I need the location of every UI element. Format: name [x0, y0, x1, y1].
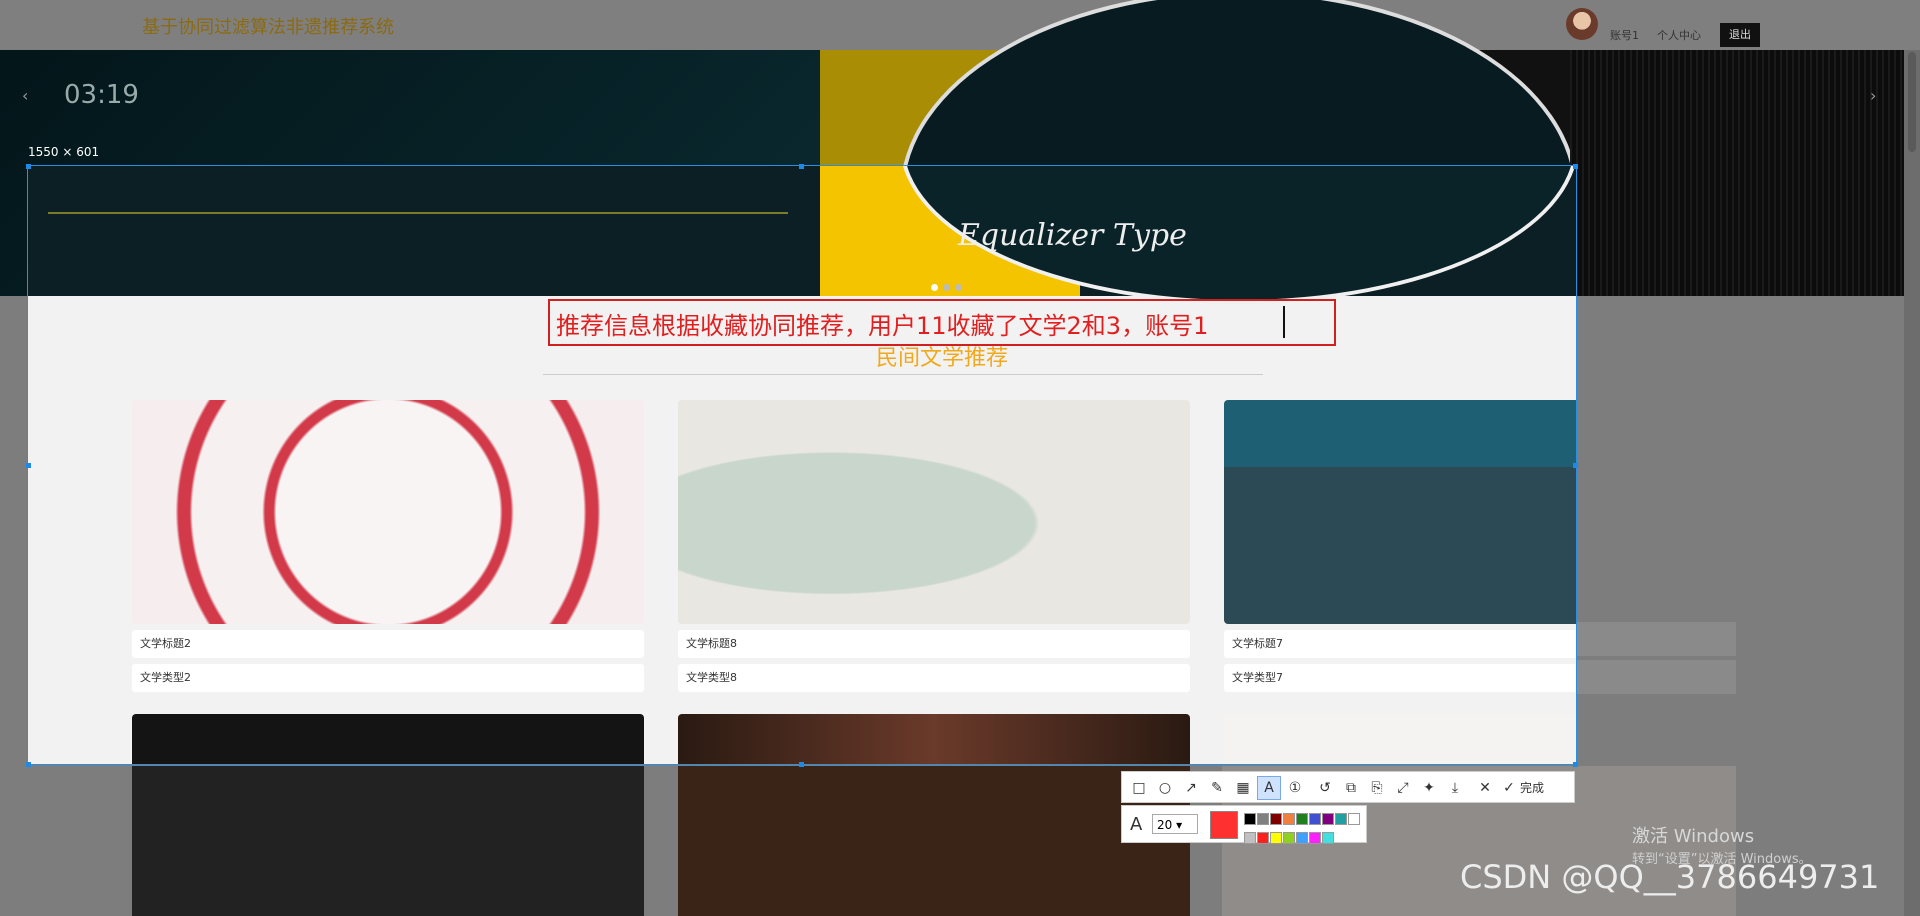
- text-tool-icon[interactable]: A: [1257, 776, 1281, 800]
- dim-card-image: [678, 766, 1190, 916]
- color-swatch[interactable]: [1257, 832, 1269, 844]
- card[interactable]: 文学标题7 文学类型7: [1224, 400, 1576, 692]
- dim-card-line: [1576, 622, 1736, 656]
- card-image[interactable]: [678, 714, 1190, 764]
- font-icon: A: [1130, 814, 1143, 835]
- download-icon[interactable]: ⤓: [1444, 777, 1466, 799]
- card[interactable]: [132, 714, 644, 764]
- csdn-watermark: CSDN @QQ__3786649731: [1460, 858, 1880, 896]
- font-size-select[interactable]: 20 ▾: [1152, 814, 1198, 834]
- undo-icon[interactable]: ↺: [1314, 777, 1336, 799]
- banner-caption: Equalizer Type: [958, 218, 1187, 253]
- close-icon[interactable]: ✕: [1474, 777, 1496, 799]
- color-swatch[interactable]: [1244, 832, 1256, 844]
- banner-next-icon[interactable]: ›: [1870, 86, 1876, 105]
- resize-handle[interactable]: [799, 762, 804, 767]
- check-icon[interactable]: ✓: [1498, 777, 1520, 799]
- text-caret: [1283, 306, 1285, 338]
- dim-card-image: [132, 766, 644, 916]
- logout-button[interactable]: 退出: [1720, 23, 1760, 47]
- section-divider: [543, 374, 1263, 375]
- color-swatch[interactable]: [1309, 832, 1321, 844]
- card-type: 文学类型7: [1224, 664, 1576, 692]
- card-image[interactable]: [1224, 400, 1576, 624]
- nav-account-link[interactable]: 账号1: [1610, 27, 1639, 43]
- ocr-icon[interactable]: ⧉: [1340, 777, 1362, 799]
- resize-handle[interactable]: [26, 762, 31, 767]
- card[interactable]: [1224, 714, 1576, 764]
- card-type: 文学类型2: [132, 664, 644, 692]
- card[interactable]: 文学标题8 文学类型8: [678, 400, 1190, 692]
- selection-region[interactable]: Equalizer Type 民间文学推荐 文学标题2 文学类型2 文学标题8 …: [27, 165, 1577, 765]
- color-swatch[interactable]: [1322, 832, 1334, 844]
- banner-prev-icon[interactable]: ‹: [22, 86, 28, 105]
- color-swatch[interactable]: [1296, 832, 1308, 844]
- banner-slide: Equalizer Type: [28, 166, 1576, 304]
- done-button[interactable]: 完成: [1520, 777, 1544, 799]
- carousel-dot[interactable]: [931, 284, 938, 291]
- number-tool-icon[interactable]: ①: [1284, 777, 1306, 799]
- color-swatch[interactable]: [1309, 813, 1321, 825]
- color-swatch[interactable]: [1283, 813, 1295, 825]
- carousel-dots[interactable]: [931, 276, 967, 295]
- card-image[interactable]: [132, 400, 644, 624]
- translate-icon[interactable]: ⎘: [1366, 777, 1388, 799]
- color-swatch[interactable]: [1335, 813, 1347, 825]
- ellipse-tool-icon[interactable]: ○: [1154, 777, 1176, 799]
- color-palette: [1244, 811, 1366, 849]
- pencil-tool-icon[interactable]: ✎: [1206, 777, 1228, 799]
- resize-handle[interactable]: [26, 164, 31, 169]
- card-image[interactable]: [1224, 714, 1576, 764]
- resize-handle[interactable]: [1573, 463, 1578, 468]
- card-image[interactable]: [678, 400, 1190, 624]
- color-swatch[interactable]: [1283, 832, 1295, 844]
- text-style-toolbar: A 20 ▾: [1121, 805, 1367, 844]
- color-swatch[interactable]: [1348, 813, 1360, 825]
- color-swatch[interactable]: [1296, 813, 1308, 825]
- scroll-capture-icon[interactable]: ⤢: [1392, 777, 1414, 799]
- current-color-swatch[interactable]: [1210, 811, 1238, 839]
- selection-size-label: 1550 × 601: [28, 145, 100, 159]
- resize-handle[interactable]: [1573, 762, 1578, 767]
- color-swatch[interactable]: [1244, 813, 1256, 825]
- color-swatch[interactable]: [1270, 813, 1282, 825]
- card-title[interactable]: 文学标题2: [132, 630, 644, 658]
- resize-handle[interactable]: [1573, 164, 1578, 169]
- avatar[interactable]: [1566, 8, 1598, 40]
- nav-personal-center-link[interactable]: 个人中心: [1657, 27, 1701, 43]
- card-image[interactable]: [132, 714, 644, 764]
- card-title[interactable]: 文学标题8: [678, 630, 1190, 658]
- resize-handle[interactable]: [799, 164, 804, 169]
- pin-icon[interactable]: ✦: [1418, 777, 1440, 799]
- color-swatch[interactable]: [1322, 813, 1334, 825]
- rect-tool-icon[interactable]: □: [1128, 777, 1150, 799]
- scrollbar-thumb[interactable]: [1908, 52, 1916, 152]
- card-type: 文学类型8: [678, 664, 1190, 692]
- text-annotation[interactable]: 推荐信息根据收藏协同推荐，用户11收藏了文学2和3，账号1: [556, 306, 1208, 341]
- font-size-value: 20: [1157, 818, 1173, 832]
- color-swatch[interactable]: [1270, 832, 1282, 844]
- banner-time: 03:19: [64, 80, 139, 110]
- resize-handle[interactable]: [26, 463, 31, 468]
- banner-stripes: [1570, 50, 1904, 296]
- waveform: [48, 172, 788, 214]
- card[interactable]: [678, 714, 1190, 764]
- windows-activate-watermark: 激活 Windows: [1632, 826, 1755, 847]
- carousel-dot[interactable]: [955, 284, 962, 291]
- screenshot-toolbar: □ ○ ↗ ✎ ▦ A ① ↺ ⧉ ⎘ ⤢ ✦ ⤓ ✕ ✓ 完成: [1121, 771, 1575, 803]
- site-title[interactable]: 基于协同过滤算法非遗推荐系统: [142, 13, 394, 39]
- card[interactable]: 文学标题2 文学类型2: [132, 400, 644, 692]
- color-swatch[interactable]: [1257, 813, 1269, 825]
- page-scrollbar[interactable]: [1904, 50, 1920, 916]
- carousel-dot[interactable]: [943, 284, 950, 291]
- card-title[interactable]: 文学标题7: [1224, 630, 1576, 658]
- arrow-tool-icon[interactable]: ↗: [1180, 777, 1202, 799]
- mosaic-tool-icon[interactable]: ▦: [1232, 777, 1254, 799]
- dim-card-line: [1576, 660, 1736, 694]
